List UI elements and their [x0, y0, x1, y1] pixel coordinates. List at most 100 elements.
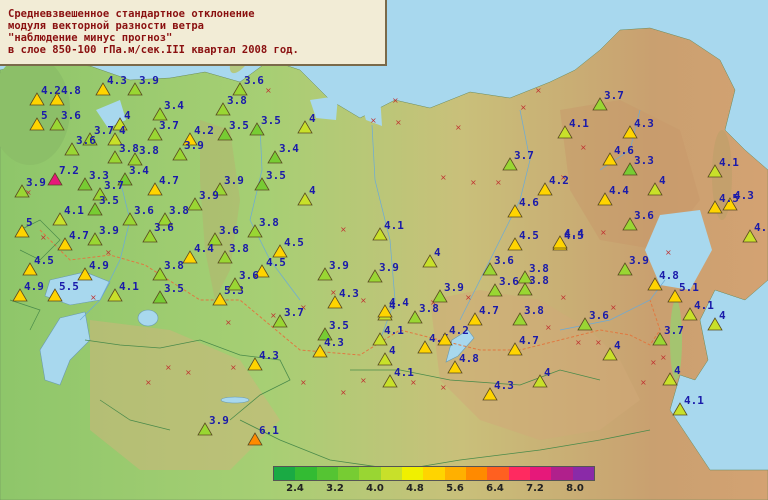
legend-swatch: [401, 467, 424, 480]
station-value-label: 4.8: [459, 352, 479, 365]
color-scale-legend: 2.4 3.2 4.0 4.8 5.6 6.4 7.2 8.0: [273, 466, 595, 496]
station-value-label: 3.9: [224, 174, 244, 187]
minor-station-marker: ×: [340, 388, 347, 397]
station-value-label: 3.7: [284, 306, 304, 319]
station-value-label: 3.8: [227, 94, 247, 107]
station-value-label: 7.2: [59, 164, 79, 177]
station-value-label: 3.6: [219, 224, 239, 237]
station-value-label: 3.9: [379, 261, 399, 274]
station-value-label: 4.1: [694, 299, 714, 312]
station-value-label: 4: [719, 309, 726, 322]
legend-tick-label: 4.0: [366, 483, 384, 494]
minor-station-marker: ×: [185, 368, 192, 377]
station-value-label: 4.7: [519, 334, 539, 347]
minor-station-marker: ×: [300, 378, 307, 387]
station-value-label: 4.4: [564, 227, 584, 240]
legend-swatch: [572, 467, 594, 480]
station-value-label: 5: [41, 109, 48, 122]
station-value-label: 3.4: [164, 99, 184, 112]
minor-station-marker: ×: [230, 363, 237, 372]
station-value-label: 3.5: [266, 169, 286, 182]
station-value-label: 3.9: [209, 414, 229, 427]
legend-swatch: [316, 467, 338, 480]
minor-station-marker: ×: [470, 178, 477, 187]
station-value-label: 3.6: [499, 275, 519, 288]
legend-swatch: [274, 467, 296, 480]
station-value-label: 4: [389, 344, 396, 357]
legend-tick-label: 5.6: [446, 483, 464, 494]
title-line-4: в слое 850-100 гПа.м/сек.III квартал 200…: [8, 44, 299, 56]
station-value-label: 3.8: [169, 204, 189, 217]
minor-station-marker: ×: [580, 143, 587, 152]
station-value-label: 3.9: [329, 259, 349, 272]
station-value-label: 4: [614, 339, 621, 352]
station-value-label: 4.2: [194, 124, 214, 137]
station-value-label: 4.5: [519, 229, 539, 242]
station-value-label: 4.3: [339, 287, 359, 300]
station-value-label: 3.9: [444, 281, 464, 294]
station-value-label: 3.9: [629, 254, 649, 267]
minor-station-marker: ×: [40, 233, 47, 242]
station-value-label: 3.8: [229, 242, 249, 255]
station-marker[interactable]: 4.1: [672, 394, 704, 416]
minor-station-marker: ×: [265, 86, 272, 95]
minor-station-marker: ×: [520, 103, 527, 112]
station-value-label: 3.5: [229, 119, 249, 132]
legend-swatch: [465, 467, 488, 480]
minor-station-marker: ×: [665, 248, 672, 257]
station-value-label: 4.5: [266, 256, 286, 269]
minor-station-marker: ×: [595, 338, 602, 347]
station-value-label: 4.1: [394, 366, 414, 379]
minor-station-marker: ×: [270, 311, 277, 320]
station-value-label: 3.7: [514, 149, 534, 162]
minor-station-marker: ×: [560, 293, 567, 302]
minor-station-marker: ×: [535, 86, 542, 95]
station-value-label: 3.6: [239, 269, 259, 282]
legend-tick-labels: 2.4 3.2 4.0 4.8 5.6 6.4 7.2 8.0: [273, 481, 595, 495]
minor-station-marker: ×: [545, 323, 552, 332]
minor-station-marker: ×: [395, 118, 402, 127]
station-value-label: 4: [434, 246, 441, 259]
minor-station-marker: ×: [495, 178, 502, 187]
minor-station-marker: ×: [370, 116, 377, 125]
minor-station-marker: ×: [360, 376, 367, 385]
station-value-label: 4.3: [259, 349, 279, 362]
station-value-label: 3.6: [494, 254, 514, 267]
legend-swatch: [359, 467, 381, 480]
minor-station-marker: ×: [440, 173, 447, 182]
station-value-label: 3.5: [164, 282, 184, 295]
legend-tick-label: 4.8: [406, 483, 424, 494]
station-value-label: 4.1: [64, 204, 84, 217]
title-line-3: "наблюдение минус прогноз": [8, 32, 173, 44]
station-value-label: 3.7: [94, 124, 114, 137]
station-value-label: 3.6: [61, 109, 81, 122]
station-value-label: 6.1: [259, 424, 279, 437]
station-value-label: 4.6: [614, 144, 634, 157]
minor-station-marker: ×: [105, 248, 112, 257]
station-value-label: 4.4: [194, 242, 214, 255]
station-value-label: 4.5: [284, 236, 304, 249]
station-value-label: 3.3: [634, 154, 654, 167]
station-value-label: 3.8: [139, 144, 159, 157]
station-value-label: 4.3: [494, 379, 514, 392]
minor-station-marker: ×: [90, 293, 97, 302]
minor-station-marker: ×: [440, 383, 447, 392]
legend-swatch: [487, 467, 509, 480]
station-value-label: 3.6: [244, 74, 264, 87]
legend-swatch: [529, 467, 552, 480]
station-value-label: 3.7: [664, 324, 684, 337]
legend-color-bar: [273, 466, 595, 481]
station-value-label: 3.6: [154, 221, 174, 234]
legend-tick-label: 8.0: [566, 483, 584, 494]
station-value-label: 4.8: [659, 269, 679, 282]
lake-balkhash: [220, 396, 250, 404]
legend-swatch: [444, 467, 466, 480]
legend-swatch: [508, 467, 530, 480]
station-value-label: 3.4: [129, 164, 149, 177]
station-value-label: 4: [309, 112, 316, 125]
station-value-label: 3.8: [119, 142, 139, 155]
station-value-label: 3.4: [279, 142, 299, 155]
legend-tick-label: 3.2: [326, 483, 344, 494]
station-marker[interactable]: 4: [707, 309, 726, 331]
station-value-label: 4.3: [634, 117, 654, 130]
